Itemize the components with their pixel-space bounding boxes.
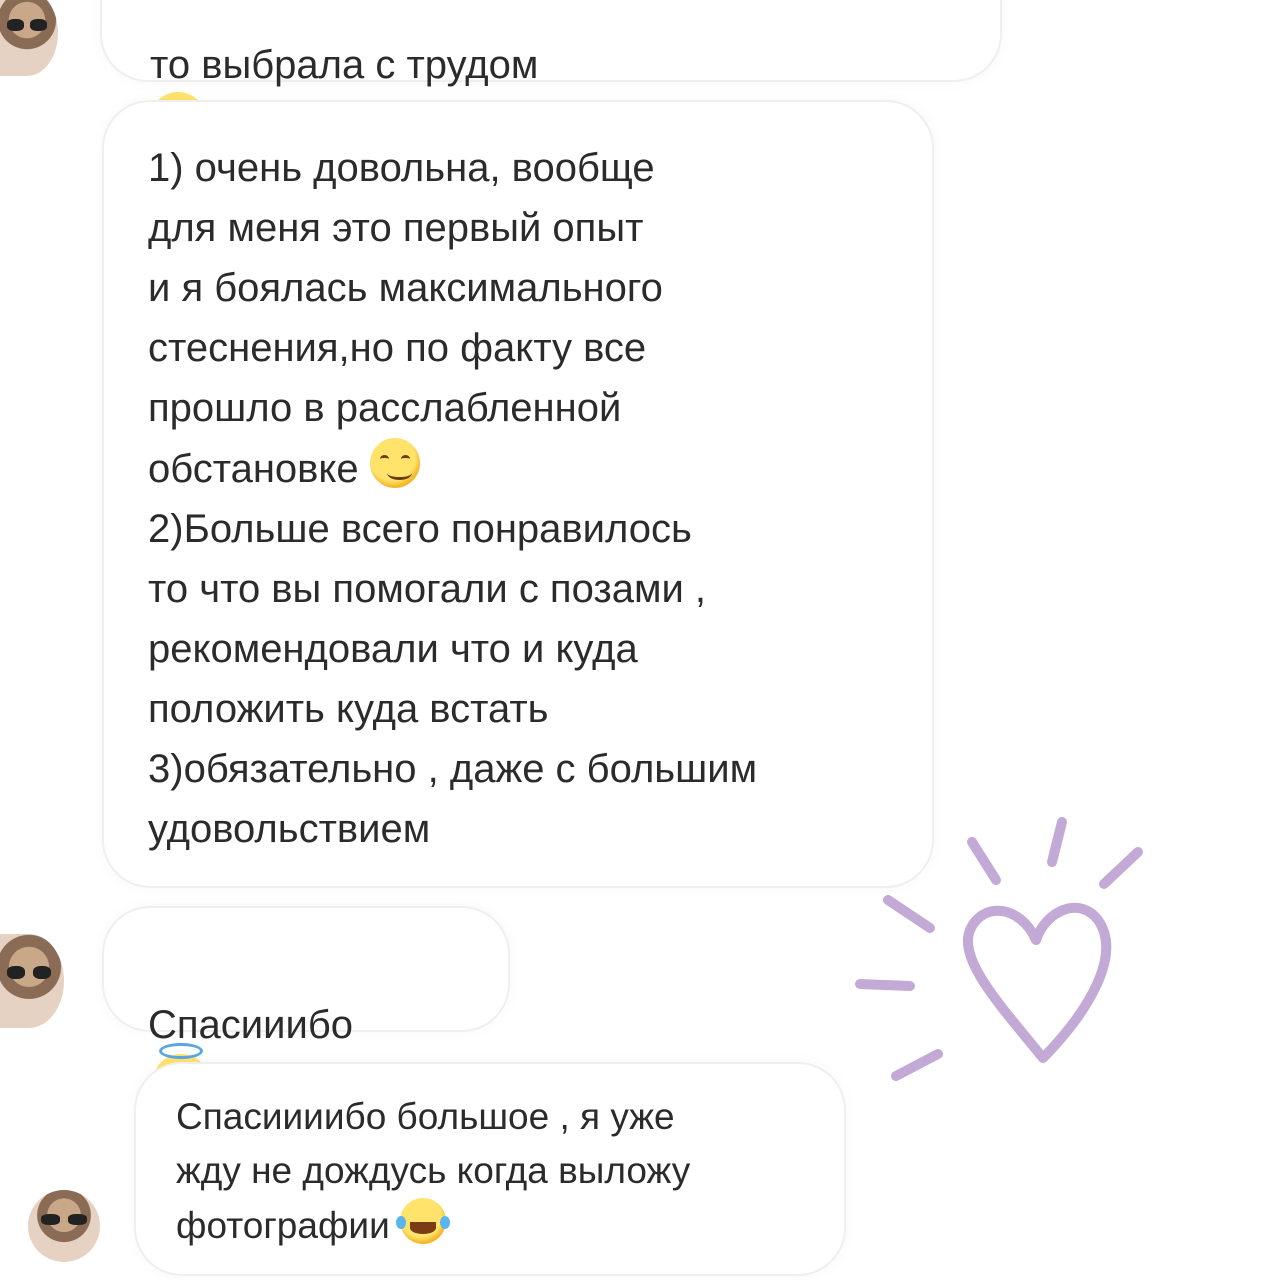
- avatar[interactable]: [0, 0, 58, 76]
- avatar[interactable]: [28, 1190, 100, 1262]
- sunglasses-icon: [6, 965, 52, 980]
- tears-of-joy-icon: [396, 1198, 450, 1244]
- sunglasses-icon: [40, 1214, 88, 1225]
- heart-doodle-icon: [855, 817, 1143, 1081]
- message-text: Спасиииибо большое , я уже жду не дождус…: [176, 1096, 691, 1246]
- smirking-face-icon: [369, 438, 420, 488]
- avatar[interactable]: [0, 934, 64, 1028]
- sunglasses-icon: [7, 19, 47, 32]
- message-text: 1) очень довольна, вообще для меня это п…: [148, 146, 758, 851]
